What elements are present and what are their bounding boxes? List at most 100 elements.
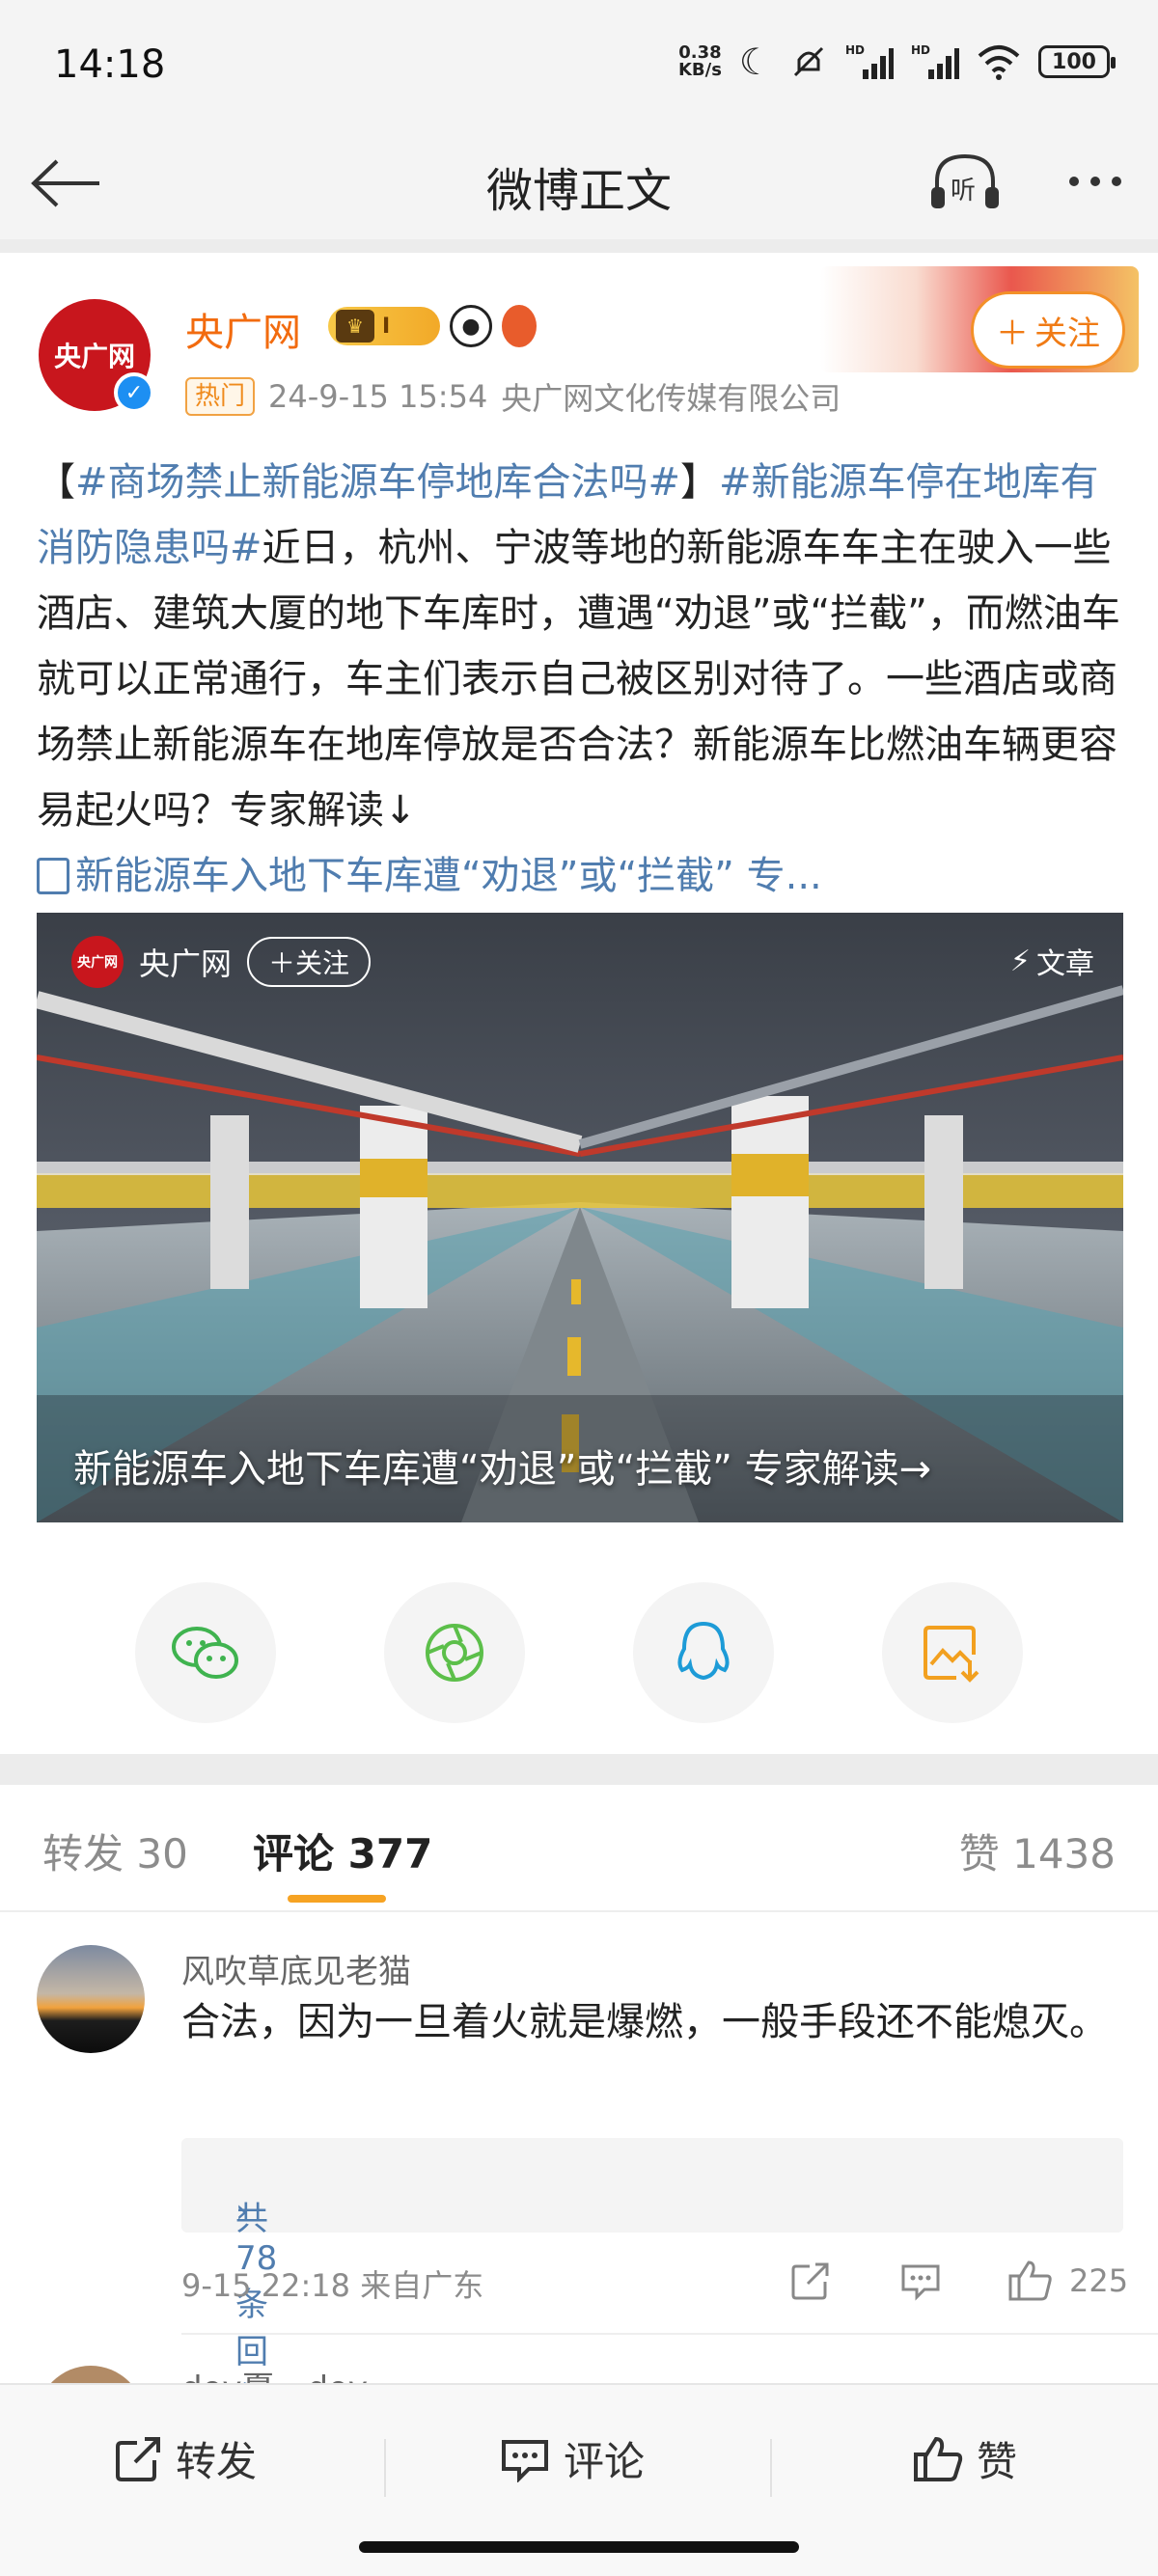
status-time: 14:18 [54, 42, 166, 87]
dot-icon [1090, 177, 1100, 186]
signal-hd-icon: HD [911, 43, 959, 79]
lightning-icon: ⚡ [1009, 944, 1031, 978]
repost-label: 转发 [176, 2438, 258, 2485]
post-body: 【#商场禁止新能源车停地库合法吗#】#新能源车停在地库有消防隐患吗#近日，杭州、… [37, 450, 1127, 843]
comment-like-count: 225 [1069, 2262, 1129, 2299]
post-timestamp: 24-9-15 15:54 [268, 378, 488, 415]
comment-button[interactable]: 评论 [500, 2429, 645, 2488]
svg-text:HD: HD [845, 43, 865, 57]
status-icons: 0.38 KB/s ☾ HD HD 100 [678, 41, 1116, 83]
tab-likes[interactable]: 赞 1438 [959, 1822, 1116, 1880]
crown-icon: ♛ [336, 310, 374, 343]
comment-actions: 225 [782, 2254, 1128, 2308]
comment-text: 合法，因为一旦着火就是爆燃，一般手段还不能熄灭。 [181, 2000, 1108, 2044]
card-account[interactable]: 央广网 [139, 940, 232, 984]
repost-button[interactable]: 转发 [114, 2429, 257, 2488]
dot-icon [1069, 177, 1079, 186]
bracket-open: 【 [37, 460, 75, 505]
comment-meta: 9-15 22:18 来自广东 [181, 2261, 483, 2306]
comment-reply-button[interactable] [892, 2254, 950, 2308]
share-moments-button[interactable] [384, 1582, 525, 1723]
comment-label: 评论 [564, 2438, 646, 2485]
mute-icon [793, 46, 824, 77]
verified-icon: ✓ [114, 372, 154, 413]
tab-bar: 转发 30 评论 377 赞 1438 [0, 1785, 1158, 1910]
comment-location: 来自广东 [360, 2267, 484, 2304]
battery-icon: 100 [1038, 45, 1116, 78]
thumbs-up-icon [914, 2436, 963, 2481]
panda-icon[interactable]: ● [450, 305, 492, 347]
tab-comments[interactable]: 评论 377 [253, 1822, 432, 1880]
card-avatar[interactable]: 央广网 [71, 936, 124, 988]
share-icon [116, 2436, 160, 2481]
article-icon [37, 858, 69, 894]
card-follow-label: 关注 [295, 947, 350, 979]
topic-link[interactable]: #商场禁止新能源车停地库合法吗# [75, 460, 680, 505]
bracket-close: 】 [680, 460, 720, 505]
commenter-name[interactable]: 风吹草底见老猫 [181, 1945, 411, 1992]
plus-icon: ＋ [996, 314, 1029, 353]
listen-label: 听 [951, 177, 976, 206]
qq-icon [677, 1621, 730, 1681]
plus-icon: ＋ [268, 947, 296, 979]
comment-like-button[interactable] [1002, 2254, 1060, 2308]
moments-icon [426, 1624, 483, 1682]
more-button[interactable] [1052, 143, 1139, 220]
comment-share-button[interactable] [782, 2254, 840, 2308]
medal-icon[interactable] [502, 305, 537, 347]
thumbs-up-icon [1008, 2261, 1052, 2301]
divider [0, 1910, 1158, 1912]
author-badges: ♛ I ● [328, 305, 537, 347]
article-card[interactable]: 央广网 央广网 ＋关注 ⚡ 文章 新能源车入地下车库遭“劝退”或“拦截” 专家解读… [37, 913, 1123, 1522]
post-meta: 热门 24-9-15 15:54 央广网文化传媒有限公司 [185, 374, 841, 419]
moon-icon: ☾ [738, 41, 772, 83]
wechat-icon [172, 1627, 238, 1679]
post-text: 近日，杭州、宁波等地的新能源车车主在驶入一些酒店、建筑大厦的地下车库时，遭遇“劝… [37, 526, 1120, 833]
battery-level: 100 [1052, 49, 1096, 74]
share-qq-button[interactable] [633, 1582, 774, 1723]
author-name[interactable]: 央广网 [185, 301, 301, 357]
tab-reposts[interactable]: 转发 30 [42, 1822, 188, 1880]
save-image-button[interactable] [882, 1582, 1023, 1723]
network-rate: 0.38 KB/s [678, 44, 722, 79]
wifi-icon [978, 45, 1020, 80]
divider [0, 239, 1158, 253]
network-rate-unit: KB/s [677, 60, 722, 80]
svg-text:HD: HD [911, 43, 930, 57]
listen-button[interactable]: 听 [926, 143, 1004, 220]
replies-button[interactable]: 共78条回复 › [181, 2138, 1123, 2419]
like-label: 赞 [977, 2438, 1018, 2485]
active-tab-indicator [288, 1895, 386, 1903]
card-caption: 新能源车入地下车库遭“劝退”或“拦截” 专家解读→ [73, 1447, 932, 1492]
comment-icon [502, 2439, 548, 2482]
article-link[interactable]: 新能源车入地下车库遭“劝退”或“拦截” 专... [37, 843, 822, 909]
vip-badge[interactable]: ♛ I [328, 307, 440, 345]
divider [0, 1754, 1158, 1785]
share-wechat-button[interactable] [135, 1582, 276, 1723]
home-indicator[interactable] [359, 2541, 799, 2553]
card-type: ⚡ 文章 [1010, 940, 1094, 982]
save-image-icon [924, 1626, 979, 1683]
follow-label: 关注 [1034, 314, 1100, 353]
signal-hd-icon: HD [845, 43, 894, 79]
card-follow-button[interactable]: ＋关注 [247, 937, 372, 987]
article-link-text: 新能源车入地下车库遭“劝退”或“拦截” 专... [75, 854, 822, 898]
like-button[interactable]: 赞 [913, 2429, 1017, 2488]
divider [384, 2439, 386, 2497]
divider [770, 2439, 772, 2497]
share-row [135, 1582, 1023, 1723]
commenter-avatar[interactable] [37, 1945, 145, 2053]
comment-icon [901, 2264, 940, 2301]
share-icon [791, 2262, 829, 2300]
status-bar: 14:18 0.38 KB/s ☾ HD HD 100 [0, 0, 1158, 125]
comment-date: 9-15 22:18 [181, 2267, 351, 2304]
dot-icon [1112, 177, 1121, 186]
post-source: 央广网文化传媒有限公司 [501, 380, 841, 417]
chevron-right-icon: › [235, 2192, 249, 2231]
card-header: 央广网 央广网 ＋关注 [71, 936, 372, 988]
divider [181, 2333, 1158, 2335]
vip-level: I [382, 314, 391, 339]
follow-button[interactable]: ＋关注 [971, 291, 1125, 369]
parking-garage-image [37, 913, 1123, 1522]
nav-bar: 微博正文 听 [0, 125, 1158, 239]
